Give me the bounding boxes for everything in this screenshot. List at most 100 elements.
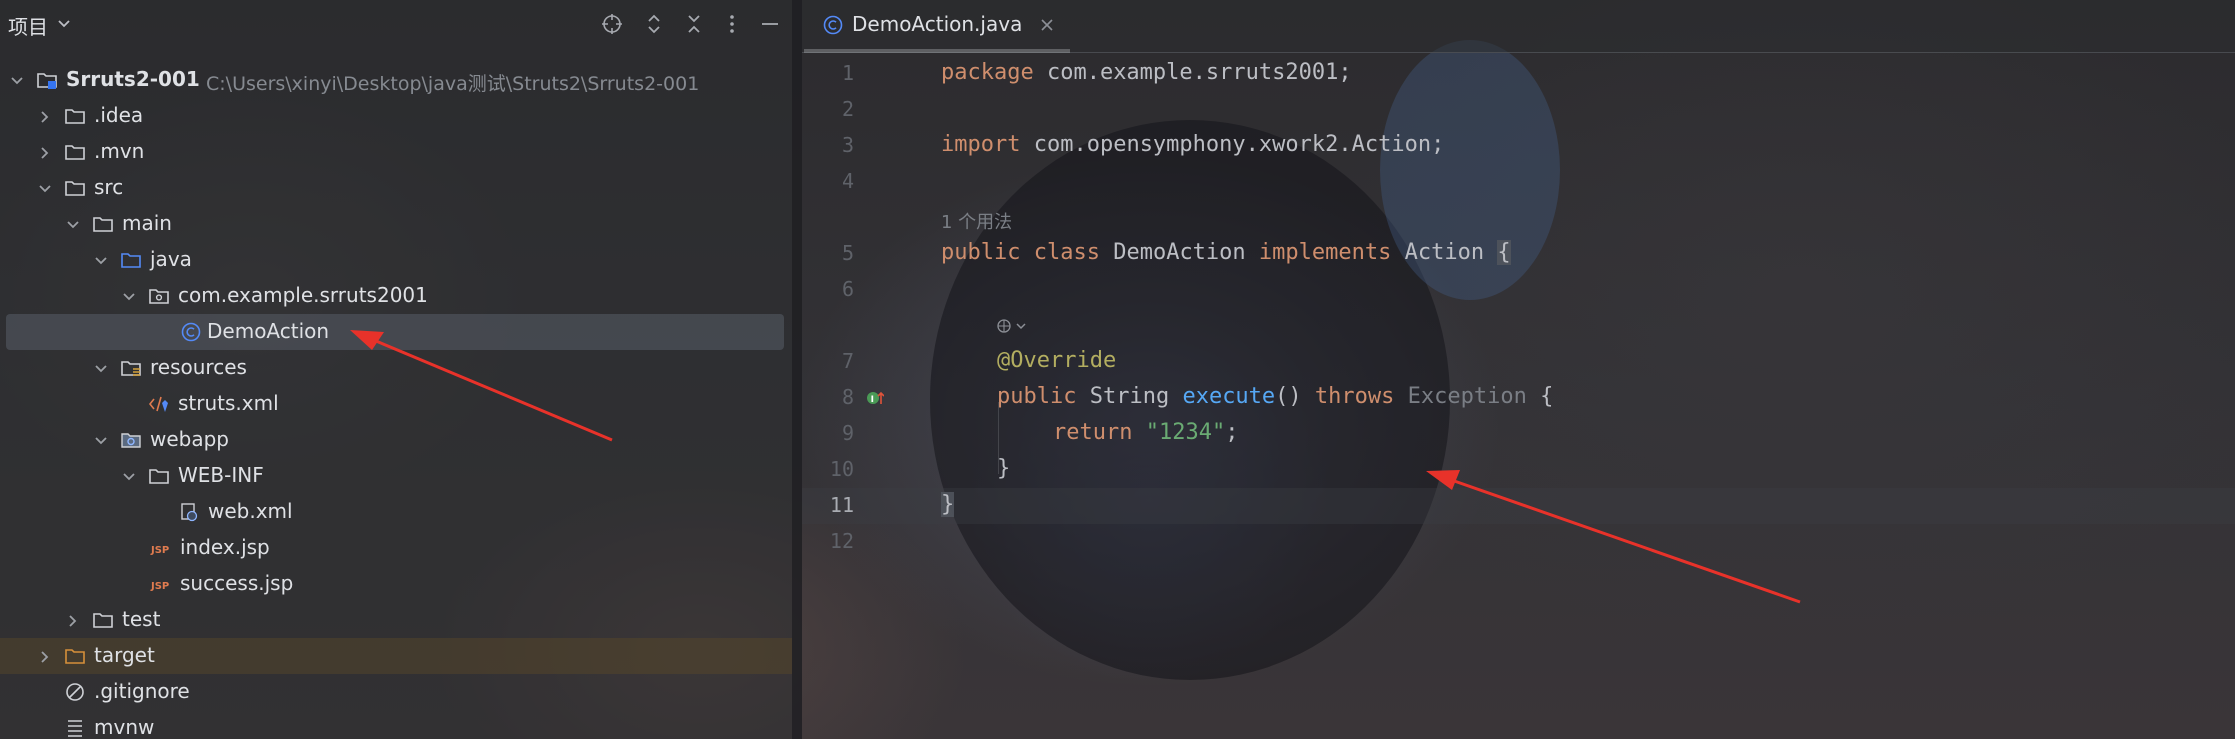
java-class-icon [822, 14, 844, 36]
keyword-throws: throws [1314, 384, 1395, 409]
line-number: 8 [841, 385, 854, 409]
line-number: 3 [841, 133, 854, 157]
chevron-down-icon[interactable] [57, 16, 71, 30]
code-line-5[interactable]: 5 public class DemoAction implements Act… [802, 236, 2235, 272]
code-line-6[interactable]: 6 [802, 272, 2235, 308]
tree-item-label: .idea [94, 103, 144, 127]
exception-type: Exception [1394, 384, 1527, 409]
tab-demoaction-java[interactable]: DemoAction.java [802, 0, 1070, 53]
usage-hint-line[interactable]: 1 个用法 [802, 200, 2235, 236]
chevron-right-icon[interactable] [38, 145, 52, 159]
tree-item-webapp[interactable]: webapp [0, 422, 792, 458]
chevron-down-icon[interactable] [10, 73, 24, 87]
line-number: 11 [829, 493, 854, 517]
close-icon[interactable] [1039, 17, 1055, 33]
tree-item-resources[interactable]: resources [0, 350, 792, 386]
code-line-12[interactable]: 12 [802, 524, 2235, 560]
inlay-hint-line[interactable] [802, 308, 2235, 344]
chevron-down-icon[interactable] [38, 181, 52, 195]
tree-item-label: web.xml [208, 499, 293, 523]
tree-item-idea[interactable]: .idea [0, 98, 792, 134]
tree-item-label: .mvn [94, 139, 145, 163]
code-line-10[interactable]: 10 } [802, 452, 2235, 488]
java-class-icon [180, 321, 202, 343]
svg-text:JSP: JSP [150, 581, 169, 592]
tab-label: DemoAction.java [852, 12, 1023, 36]
collapse-all-icon[interactable] [682, 12, 706, 36]
tree-item-srruts2-001[interactable]: Srruts2-001 C:\Users\xinyi\Desktop\java测… [0, 62, 792, 98]
project-panel-title[interactable]: 项目 [8, 11, 48, 40]
tree-item-target[interactable]: target [0, 638, 792, 674]
module-path: C:\Users\xinyi\Desktop\java测试\Struts2\Sr… [206, 73, 700, 95]
chevron-down-icon[interactable] [122, 289, 136, 303]
line-number: 4 [841, 169, 854, 193]
tree-item-src[interactable]: src [0, 170, 792, 206]
annotation-override: @Override [997, 348, 1117, 373]
panel-splitter[interactable] [792, 0, 802, 739]
tree-item-gitignore[interactable]: .gitignore [0, 674, 792, 710]
class-name: DemoAction [1099, 240, 1259, 265]
usage-hint[interactable]: 1 个用法 [941, 208, 1012, 234]
tree-item-demoaction[interactable]: DemoAction [6, 314, 784, 350]
chevron-down-icon[interactable] [94, 361, 108, 375]
chevron-right-icon[interactable] [38, 649, 52, 663]
more-options-icon[interactable] [720, 12, 744, 36]
code-line-9[interactable]: 9 return "1234"; [802, 416, 2235, 452]
tree-item-web-inf[interactable]: WEB-INF [0, 458, 792, 494]
code-line-4[interactable]: 4 [802, 164, 2235, 200]
chevron-down-icon[interactable] [94, 253, 108, 267]
code-line-3[interactable]: 3 import com.opensymphony.xwork2.Action; [802, 128, 2235, 164]
svg-text:JSP: JSP [150, 545, 169, 556]
ignore-file-icon [64, 681, 86, 703]
web-folder-icon [120, 429, 142, 451]
tree-item-test[interactable]: test [0, 602, 792, 638]
folder-icon [64, 177, 86, 199]
locate-target-icon[interactable] [600, 12, 624, 36]
method-params: () [1275, 384, 1315, 409]
chevron-down-icon[interactable] [122, 469, 136, 483]
tree-item-package[interactable]: com.example.srruts2001 [0, 278, 792, 314]
line-number: 1 [841, 61, 854, 85]
keyword-implements: implements [1258, 240, 1392, 265]
implements-method-icon[interactable]: I [866, 389, 885, 407]
project-panel: 项目 Srruts2-001 C:\Users\xinyi\Desktop\ja… [0, 0, 792, 739]
code-area[interactable]: 1 package com.example.srruts2001; 2 3 im… [802, 56, 2235, 739]
code-line-2[interactable]: 2 [802, 92, 2235, 128]
tree-item-label: success.jsp [180, 571, 294, 595]
chevron-down-icon[interactable] [94, 433, 108, 447]
string-literal: "1234" [1145, 420, 1226, 445]
line-number: 5 [841, 241, 854, 265]
xml-file-icon [148, 393, 170, 415]
return-type: String [1076, 384, 1183, 409]
chevron-down-icon[interactable] [66, 217, 80, 231]
ai-actions-icon[interactable] [995, 316, 1031, 336]
tree-item-index-jsp[interactable]: JSP index.jsp [0, 530, 792, 566]
import-path: com.opensymphony.xwork2.Action; [1020, 132, 1445, 157]
tree-item-main[interactable]: main [0, 206, 792, 242]
code-line-7[interactable]: 7 @Override [802, 344, 2235, 380]
keyword-import: import [941, 132, 1021, 157]
minimize-icon[interactable] [758, 12, 782, 36]
code-line-11[interactable]: 11 } [802, 488, 2235, 524]
tree-item-label: .gitignore [94, 679, 190, 703]
code-line-8[interactable]: 8 I public String execute() throws Excep… [802, 380, 2235, 416]
tree-item-web-xml[interactable]: web.xml [0, 494, 792, 530]
tree-item-label: webapp [150, 427, 230, 451]
tree-item-java[interactable]: java [0, 242, 792, 278]
tree-item-struts-xml[interactable]: struts.xml [0, 386, 792, 422]
jsp-file-icon: JSP [150, 537, 172, 559]
chevron-right-icon[interactable] [66, 613, 80, 627]
code-line-1[interactable]: 1 package com.example.srruts2001; [802, 56, 2235, 92]
tree-item-label: src [94, 175, 124, 199]
tree-item-mvn[interactable]: .mvn [0, 134, 792, 170]
folder-icon [148, 465, 170, 487]
tree-item-label: mvnw [94, 715, 155, 739]
close-brace: } [997, 456, 1011, 481]
tree-item-mvnw[interactable]: mvnw [0, 710, 792, 739]
chevron-right-icon[interactable] [38, 109, 52, 123]
expand-all-icon[interactable] [642, 12, 666, 36]
editor-tab-bar: DemoAction.java [802, 0, 2235, 53]
tree-item-label: test [122, 607, 161, 631]
keyword-public: public [997, 384, 1077, 409]
tree-item-success-jsp[interactable]: JSP success.jsp [0, 566, 792, 602]
